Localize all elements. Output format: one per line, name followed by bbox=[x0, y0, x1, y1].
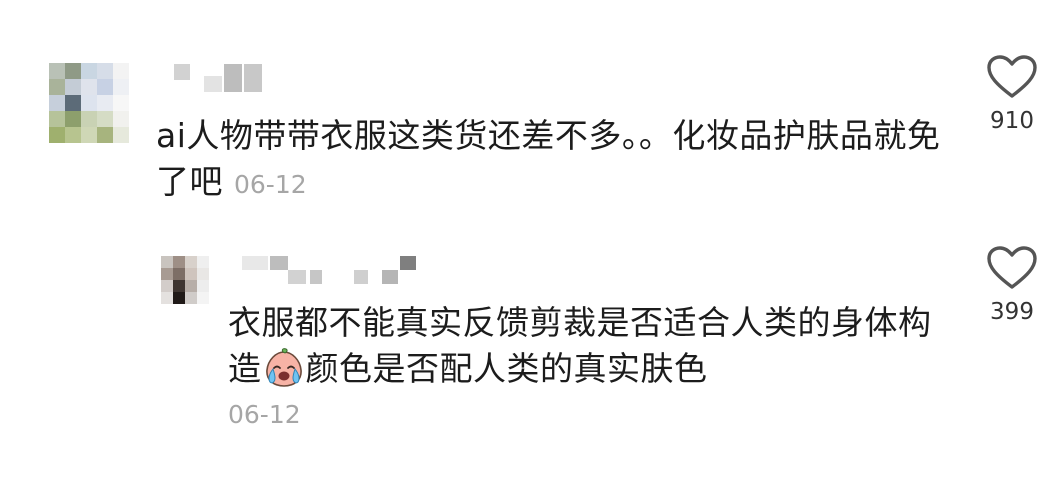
heart-outline-icon[interactable] bbox=[986, 54, 1038, 100]
comment-body-part-2: 颜色是否配人类的真实肤色 bbox=[305, 349, 708, 388]
avatar[interactable] bbox=[161, 256, 209, 304]
comment-date: 06-12 bbox=[228, 400, 301, 429]
username-redacted[interactable] bbox=[174, 64, 274, 94]
like-count: 399 bbox=[990, 299, 1034, 325]
like-button[interactable]: 399 bbox=[972, 245, 1052, 325]
heart-outline-icon[interactable] bbox=[986, 245, 1038, 291]
crying-face-emoji bbox=[265, 348, 302, 387]
comment-text: 衣服都不能真实反馈剪裁是否适合人类的身体构造 颜色是否配人类的真实肤色 bbox=[228, 300, 948, 392]
like-count: 910 bbox=[990, 108, 1034, 134]
avatar[interactable] bbox=[49, 63, 129, 143]
comment-text: ai人物带带衣服这类货还差不多。。化妆品护肤品就免了吧 06-12 bbox=[156, 113, 956, 208]
username-redacted[interactable] bbox=[242, 256, 422, 286]
comment-date: 06-12 bbox=[234, 170, 307, 199]
like-button[interactable]: 910 bbox=[972, 54, 1052, 134]
